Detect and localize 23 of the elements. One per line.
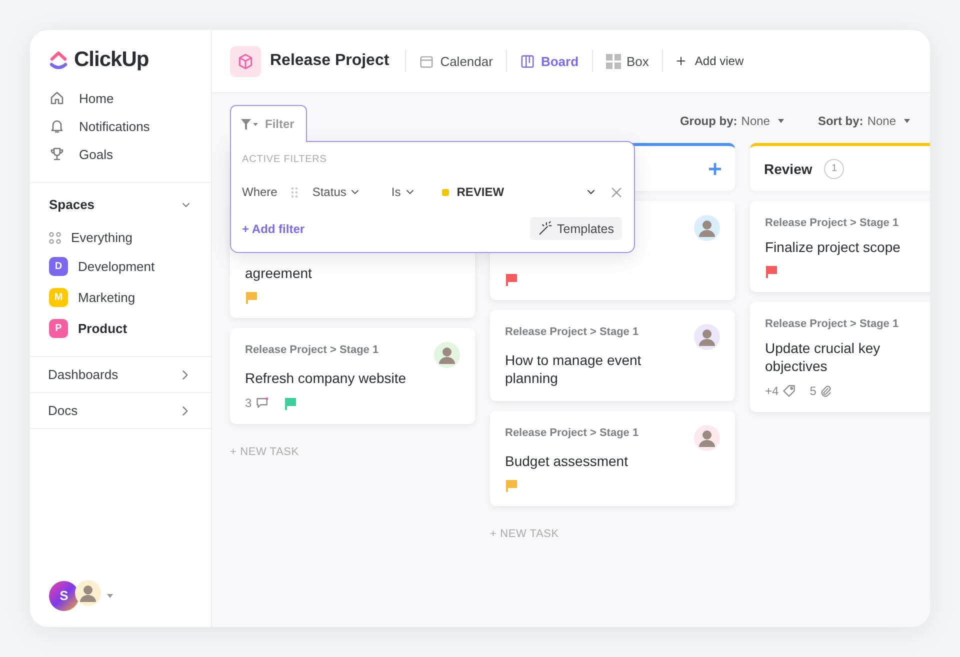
attachment-count: 5 [810,384,832,398]
space-avatar: P [49,319,68,338]
section-heading: ACTIVE FILTERS [242,154,328,165]
project-title: Release Project [270,52,390,70]
comment-count: 3 [245,396,270,410]
task-title: agreement [245,264,313,282]
task-title: Refresh company website [245,369,408,387]
task-breadcrumb: Release Project > Stage 1 [765,217,899,229]
task-title: Finalize project scope [765,238,902,256]
column-title: Review [764,160,812,176]
space-avatar: M [49,288,68,307]
task-breadcrumb: Release Project > Stage 1 [505,427,639,439]
count-badge: 1 [824,158,844,178]
where-label: Where [242,185,278,199]
tag-count: +4 [765,384,796,398]
task-breadcrumb: Release Project > Stage 1 [245,344,379,356]
task-title: Update crucial key objectives [765,339,882,375]
space-avatar: D [49,257,68,276]
task-title: How to manage event planning [505,351,642,387]
task-breadcrumb: Release Project > Stage 1 [505,326,639,338]
task-title: Budget assessment [505,452,629,470]
task-breadcrumb: Release Project > Stage 1 [765,318,899,330]
logo-text: ClickUp [74,48,149,72]
